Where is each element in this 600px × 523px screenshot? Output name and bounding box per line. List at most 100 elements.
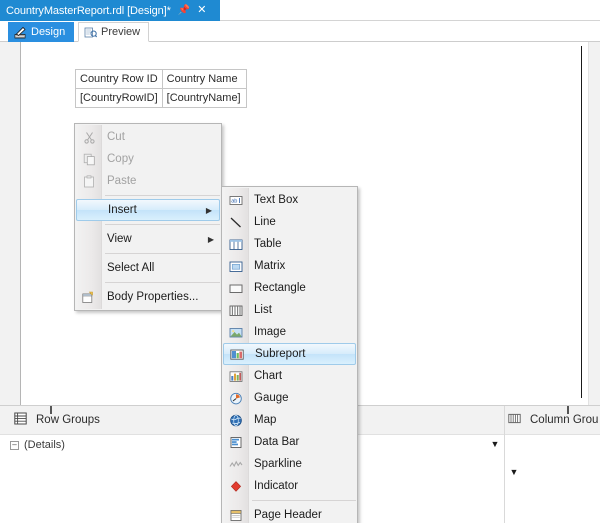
context-menu[interactable]: Cut Copy Paste Insert ▶ View ▶ Select Al… — [74, 123, 222, 311]
row-group-item-label: (Details) — [24, 439, 65, 451]
menu-item-paste-label: Paste — [107, 175, 137, 187]
submenu-item-text-box-label: Text Box — [254, 194, 299, 206]
submenu-item-map[interactable]: Map — [222, 409, 357, 431]
menu-item-select-all[interactable]: Select All — [75, 257, 221, 279]
design-view-icon — [14, 26, 27, 39]
chevron-right-icon: ▶ — [207, 234, 215, 244]
submenu-item-indicator[interactable]: Indicator — [222, 475, 357, 497]
menu-item-body-properties[interactable]: Body Properties... — [75, 286, 221, 308]
submenu-separator — [252, 500, 356, 501]
menu-item-paste[interactable]: Paste — [75, 170, 221, 192]
chart-icon — [224, 367, 248, 385]
map-icon — [224, 411, 248, 429]
chevron-right-icon: ▶ — [205, 205, 213, 215]
submenu-item-page-header[interactable]: Page Header — [222, 504, 357, 523]
submenu-item-list-label: List — [254, 304, 272, 316]
submenu-item-line-label: Line — [254, 216, 276, 228]
submenu-item-table[interactable]: Table — [222, 233, 357, 255]
indicator-icon — [224, 477, 248, 495]
tablix-header-cell[interactable]: Country Row ID — [75, 69, 163, 89]
page-header-icon — [224, 506, 248, 523]
gauge-icon — [224, 389, 248, 407]
menu-item-copy[interactable]: Copy — [75, 148, 221, 170]
tablix-header-cell[interactable]: Country Name — [161, 69, 247, 89]
document-title: CountryMasterReport.rdl [Design]* — [6, 4, 171, 17]
view-icon-slot — [77, 230, 101, 248]
line-icon — [224, 213, 248, 231]
menu-separator — [105, 282, 220, 283]
menu-item-body-properties-label: Body Properties... — [107, 291, 199, 303]
tab-preview-label: Preview — [101, 26, 141, 38]
row-groups-title: Row Groups — [36, 414, 100, 426]
expander-icon[interactable]: – — [10, 440, 19, 450]
submenu-item-gauge-label: Gauge — [254, 392, 289, 404]
submenu-item-indicator-label: Indicator — [254, 480, 299, 492]
submenu-item-matrix-label: Matrix — [254, 260, 286, 272]
tab-design-label: Design — [31, 26, 66, 38]
matrix-icon — [224, 257, 248, 275]
menu-item-insert-label: Insert — [108, 204, 137, 216]
cut-icon — [77, 128, 101, 146]
submenu-item-page-header-label: Page Header — [254, 509, 322, 521]
tablix[interactable]: Country Row ID Country Name [CountryRowI… — [75, 69, 247, 108]
svg-text:ab: ab — [231, 198, 237, 204]
menu-separator — [105, 253, 220, 254]
insert-icon-slot — [78, 201, 102, 219]
tab-preview[interactable]: Preview — [78, 22, 150, 42]
copy-icon — [77, 150, 101, 168]
menu-item-copy-label: Copy — [107, 153, 134, 165]
body-properties-icon — [77, 288, 101, 306]
text-box-icon: ab — [224, 191, 248, 209]
tab-design[interactable]: Design — [8, 22, 75, 42]
row-groups-header: Row Groups — [14, 412, 100, 428]
submenu-item-rectangle[interactable]: Rectangle — [222, 277, 357, 299]
pin-icon[interactable]: 📌 — [178, 5, 190, 16]
submenu-item-data-bar[interactable]: Data Bar — [222, 431, 357, 453]
column-groups-title: Column Grou — [530, 414, 599, 426]
row-group-item-details[interactable]: – (Details) — [10, 439, 65, 451]
submenu-item-list[interactable]: List — [222, 299, 357, 321]
menu-separator — [105, 195, 220, 196]
submenu-item-text-box[interactable]: ab Text Box — [222, 189, 357, 211]
image-icon — [224, 323, 248, 341]
submenu-item-sparkline-label: Sparkline — [254, 458, 302, 470]
column-groups-header: Column Grou — [508, 412, 598, 428]
menu-separator — [105, 224, 220, 225]
submenu-item-map-label: Map — [254, 414, 277, 426]
menu-item-select-all-label: Select All — [107, 262, 155, 274]
submenu-item-gauge[interactable]: Gauge — [222, 387, 357, 409]
column-groups-list[interactable]: ▼ — [505, 434, 600, 523]
canvas-right-gutter — [588, 42, 600, 405]
titlebar-filler — [220, 0, 600, 21]
submenu-item-image[interactable]: Image — [222, 321, 357, 343]
submenu-item-sparkline[interactable]: Sparkline — [222, 453, 357, 475]
close-icon[interactable]: ✕ — [197, 5, 206, 16]
insert-submenu[interactable]: ab Text Box Line Table Matrix Rectangle … — [221, 186, 358, 523]
menu-item-view[interactable]: View ▶ — [75, 228, 221, 250]
row-groups-dropdown-icon[interactable]: ▼ — [487, 436, 503, 452]
list-icon — [224, 301, 248, 319]
data-bar-icon — [224, 433, 248, 451]
submenu-item-table-label: Table — [254, 238, 282, 250]
submenu-item-matrix[interactable]: Matrix — [222, 255, 357, 277]
document-tab[interactable]: CountryMasterReport.rdl [Design]* 📌 ✕ — [0, 0, 220, 21]
report-body-right-edge — [581, 46, 582, 398]
tablix-detail-row[interactable]: [CountryRowID] [CountryName] — [75, 88, 247, 108]
tablix-detail-cell[interactable]: [CountryName] — [161, 88, 247, 108]
tablix-detail-cell[interactable]: [CountryRowID] — [75, 88, 163, 108]
submenu-item-chart-label: Chart — [254, 370, 283, 382]
row-groups-icon — [14, 412, 27, 428]
menu-item-cut[interactable]: Cut — [75, 126, 221, 148]
submenu-item-chart[interactable]: Chart — [222, 365, 357, 387]
chevron-down-icon[interactable]: ▼ — [507, 465, 521, 479]
sparkline-icon — [224, 455, 248, 473]
submenu-item-data-bar-label: Data Bar — [254, 436, 300, 448]
submenu-item-subreport[interactable]: Subreport — [223, 343, 356, 365]
submenu-item-image-label: Image — [254, 326, 286, 338]
tablix-header-row[interactable]: Country Row ID Country Name — [75, 69, 247, 89]
submenu-item-subreport-label: Subreport — [255, 348, 306, 360]
column-groups-icon — [508, 412, 521, 428]
menu-item-insert[interactable]: Insert ▶ — [76, 199, 220, 221]
submenu-item-line[interactable]: Line — [222, 211, 357, 233]
submenu-item-rectangle-label: Rectangle — [254, 282, 306, 294]
